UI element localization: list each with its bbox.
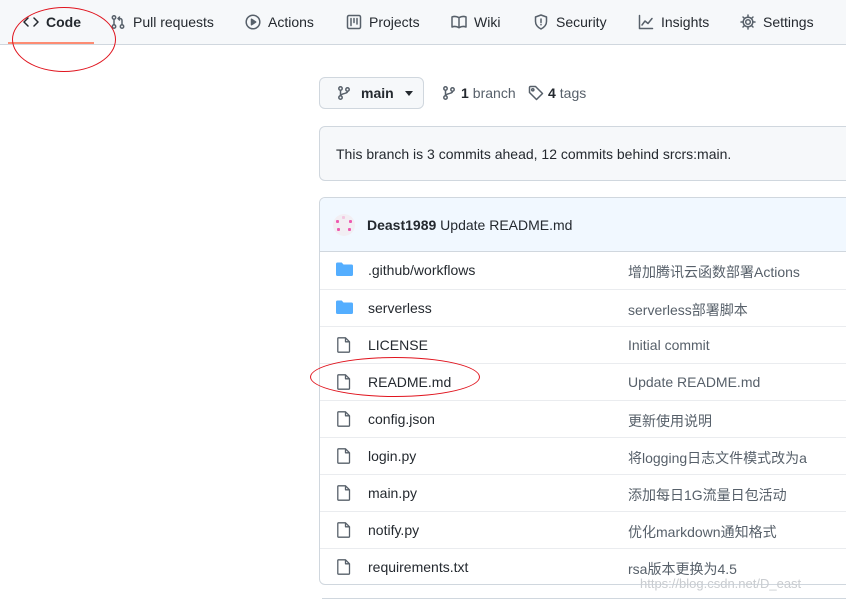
current-branch: main [361, 85, 394, 101]
chevron-down-icon [404, 90, 413, 96]
file-commit-message-link[interactable]: 优化markdown通知格式 [628, 522, 777, 542]
tab-label: Security [556, 14, 607, 30]
watermark: https://blog.csdn.net/D_east [640, 576, 802, 591]
file-name-link[interactable]: main.py [368, 485, 417, 501]
play-icon [245, 14, 261, 30]
tab-actions[interactable]: Actions [245, 0, 314, 44]
file-icon [336, 448, 354, 464]
file-name-link[interactable]: notify.py [368, 522, 419, 538]
tab-wiki[interactable]: Wiki [451, 0, 500, 44]
graph-icon [638, 14, 654, 30]
file-commit-message-link[interactable]: 增加腾讯云函数部署Actions [628, 262, 800, 282]
book-icon [451, 15, 467, 29]
repo-page: Code Pull requests Actions Projects Wiki… [0, 0, 846, 602]
tab-label: Code [46, 14, 81, 30]
tab-pull-requests[interactable]: Pull requests [110, 0, 214, 44]
tab-label: Pull requests [133, 14, 214, 30]
file-row[interactable]: config.json 更新使用说明 [320, 400, 846, 437]
file-icon [336, 337, 354, 353]
file-commit-message-link[interactable]: serverless部署脚本 [628, 300, 748, 320]
folder-icon [336, 300, 354, 316]
repo-nav: Code Pull requests Actions Projects Wiki… [0, 0, 846, 45]
file-commit-message-link[interactable]: 将logging日志文件模式改为a [628, 448, 807, 468]
folder-icon [336, 262, 354, 278]
avatar[interactable] [333, 213, 355, 236]
tab-label: Actions [268, 14, 314, 30]
file-row[interactable]: .github/workflows 增加腾讯云函数部署Actions [320, 252, 846, 289]
tag-label: tags [559, 85, 587, 101]
tab-projects[interactable]: Projects [346, 0, 420, 44]
file-commit-message-link[interactable]: Update README.md [628, 374, 760, 390]
commit-message[interactable]: Update README.md [440, 217, 572, 233]
file-name-link[interactable]: README.md [368, 374, 451, 390]
project-icon [346, 14, 362, 30]
tab-insights[interactable]: Insights [638, 0, 709, 44]
divider [322, 598, 846, 599]
file-name-link[interactable]: LICENSE [368, 337, 428, 353]
branch-selector-button[interactable]: main [319, 77, 424, 109]
branches-link[interactable]: 1 branch [441, 84, 516, 102]
file-name-link[interactable]: login.py [368, 448, 416, 464]
branch-status-notice: This branch is 3 commits ahead, 12 commi… [319, 126, 846, 181]
selected-tab-indicator [8, 42, 94, 44]
file-row[interactable]: serverless serverless部署脚本 [320, 289, 846, 326]
file-icon [336, 411, 354, 427]
pull-request-icon [111, 15, 125, 29]
file-row[interactable]: main.py 添加每日1G流量日包活动 [320, 474, 846, 511]
file-icon [336, 559, 354, 575]
tab-label: Projects [369, 14, 420, 30]
branch-label: branch [472, 85, 516, 101]
file-commit-message-link[interactable]: 更新使用说明 [628, 411, 712, 431]
file-name-link[interactable]: config.json [368, 411, 435, 427]
file-icon [336, 522, 354, 538]
file-list: .github/workflows 增加腾讯云函数部署Actions serverl… [320, 252, 846, 584]
shield-icon [534, 14, 548, 30]
tab-label: Insights [661, 14, 710, 30]
tab-label: Settings [763, 14, 814, 30]
tab-settings[interactable]: Settings [740, 0, 814, 44]
file-icon [336, 374, 354, 390]
file-row[interactable]: LICENSE Initial commit [320, 326, 846, 363]
file-commit-message-link[interactable]: 添加每日1G流量日包活动 [628, 485, 787, 505]
tab-code[interactable]: Code [23, 0, 81, 44]
tags-link[interactable]: 4 tags [528, 84, 586, 102]
file-name-link[interactable]: serverless [368, 300, 432, 316]
file-table: Deast1989 Update README.md .github/workf… [319, 197, 846, 585]
file-commit-message-link[interactable]: Initial commit [628, 337, 710, 353]
file-icon [336, 485, 354, 501]
branch-count: 1 [461, 85, 469, 101]
file-name-link[interactable]: .github/workflows [368, 262, 475, 278]
commit-author[interactable]: Deast1989 [367, 217, 436, 233]
tab-label: Wiki [474, 14, 501, 30]
code-icon [23, 17, 39, 27]
branch-status-text: This branch is 3 commits ahead, 12 commi… [336, 145, 732, 162]
tag-count: 4 [548, 85, 556, 101]
tab-security[interactable]: Security [533, 0, 607, 44]
latest-commit-bar: Deast1989 Update README.md [320, 198, 846, 252]
branch-icon [338, 86, 350, 100]
file-row[interactable]: README.md Update README.md [320, 363, 846, 400]
tag-icon [528, 85, 544, 101]
file-name-link[interactable]: requirements.txt [368, 559, 468, 575]
gear-icon [740, 14, 756, 30]
branch-icon [443, 86, 455, 100]
file-row[interactable]: notify.py 优化markdown通知格式 [320, 511, 846, 548]
file-row[interactable]: login.py 将logging日志文件模式改为a [320, 437, 846, 474]
